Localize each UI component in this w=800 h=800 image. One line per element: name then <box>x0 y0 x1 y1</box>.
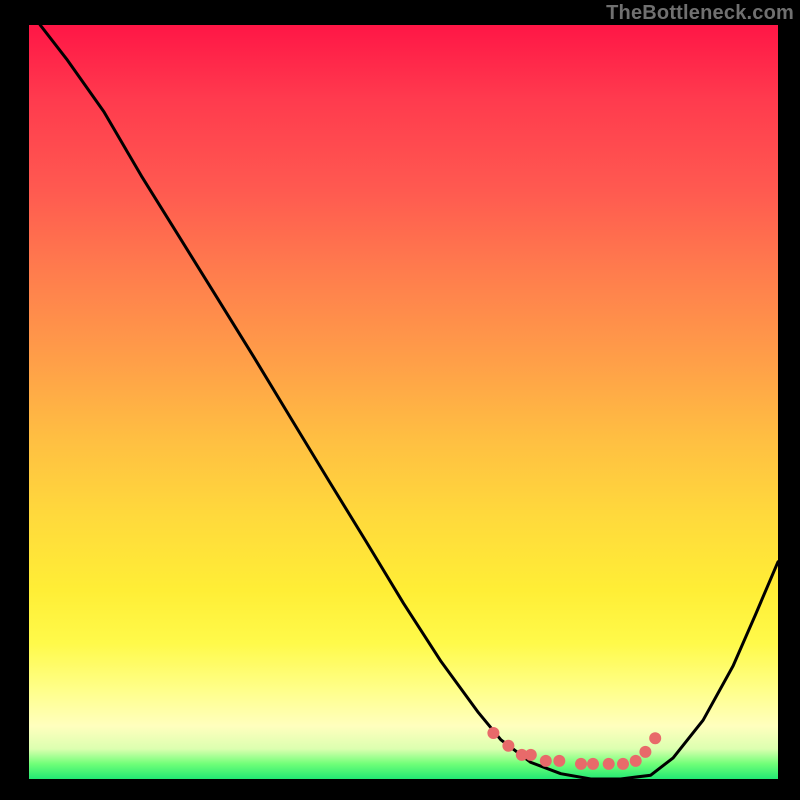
highlight-dot <box>502 740 514 752</box>
highlight-dots <box>487 727 661 770</box>
highlight-dot <box>617 758 629 770</box>
highlight-dot <box>525 749 537 761</box>
highlight-dot <box>603 758 615 770</box>
main-curve <box>40 25 778 779</box>
watermark-text: TheBottleneck.com <box>606 2 794 25</box>
highlight-dot <box>487 727 499 739</box>
highlight-dot <box>649 732 661 744</box>
chart-container: TheBottleneck.com <box>0 0 800 800</box>
highlight-dot <box>587 758 599 770</box>
plot-area <box>29 25 778 779</box>
curve-svg <box>29 25 778 779</box>
highlight-dot <box>553 755 565 767</box>
highlight-dot <box>639 746 651 758</box>
highlight-dot <box>540 755 552 767</box>
highlight-dot <box>630 755 642 767</box>
highlight-dot <box>575 758 587 770</box>
